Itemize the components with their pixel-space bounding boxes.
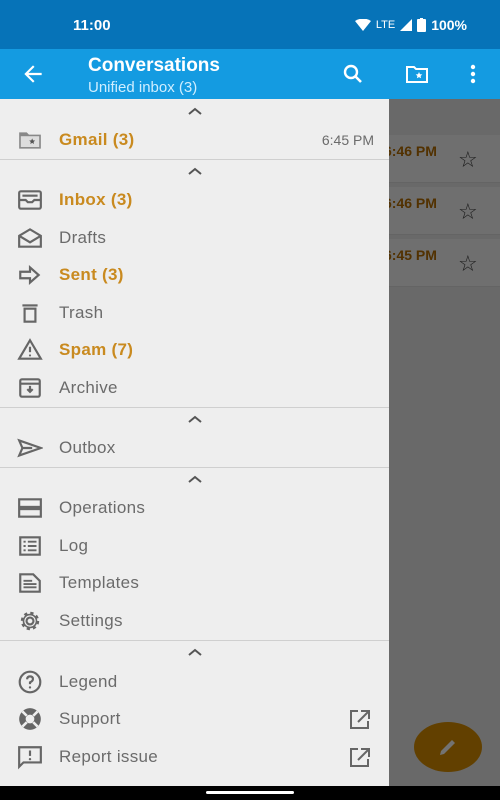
settings-gear-icon (20, 611, 40, 631)
feedback-icon (18, 746, 42, 770)
account-gmail[interactable]: Gmail (3) 6:45 PM (0, 122, 389, 158)
archive-icon (19, 378, 41, 398)
menu-label: Log (59, 536, 89, 555)
status-time: 11:00 (73, 17, 111, 34)
back-arrow-icon[interactable] (20, 61, 46, 87)
menu-report-issue[interactable]: Report issue (0, 739, 389, 775)
folder-label: Trash (59, 303, 104, 322)
folder-trash[interactable]: Trash (0, 295, 389, 331)
external-link-icon (350, 748, 370, 767)
drafts-icon (18, 228, 42, 248)
folder-drafts[interactable]: Drafts (0, 220, 389, 256)
outbox-label: Outbox (59, 438, 116, 457)
divider (0, 159, 389, 160)
menu-log[interactable]: Log (0, 528, 389, 564)
menu-label: Legend (59, 672, 118, 691)
warning-icon (17, 338, 43, 360)
outbox-item[interactable]: Outbox (0, 430, 389, 466)
folder-label: Inbox (3) (59, 190, 133, 209)
status-bar: 11:00 LTE 100% (0, 0, 500, 49)
system-navigation-bar (0, 786, 500, 800)
folder-sent[interactable]: Sent (3) (0, 257, 389, 293)
folder-label: Drafts (59, 228, 107, 247)
menu-label: Support (59, 709, 121, 728)
menu-label: Settings (59, 611, 123, 630)
chevron-up-icon[interactable] (185, 105, 205, 117)
page-subtitle: Unified inbox (3) (88, 79, 198, 96)
navigation-drawer: Gmail (3) 6:45 PM Inbox (3) Drafts Sent … (0, 99, 389, 786)
account-sync-time: 6:45 PM (321, 132, 374, 148)
send-icon (17, 438, 43, 458)
inbox-icon (18, 190, 42, 210)
folder-inbox[interactable]: Inbox (3) (0, 182, 389, 218)
battery-icon (417, 18, 427, 32)
sent-arrow-icon (19, 265, 41, 285)
battery-level: 100% (431, 17, 467, 33)
chevron-up-icon[interactable] (185, 165, 205, 177)
menu-label: Operations (59, 498, 146, 517)
log-icon (19, 536, 41, 556)
divider (0, 407, 389, 408)
status-icons: LTE 100% (354, 17, 467, 33)
trash-icon (22, 304, 38, 323)
menu-operations[interactable]: Operations (0, 490, 389, 526)
chevron-up-icon[interactable] (185, 413, 205, 425)
menu-label: Report issue (59, 747, 159, 766)
folder-archive[interactable]: Archive (0, 370, 389, 406)
external-link-icon (350, 710, 370, 729)
menu-legend[interactable]: Legend (0, 664, 389, 700)
menu-support[interactable]: Support (0, 701, 389, 737)
folder-star-icon[interactable] (405, 62, 429, 86)
menu-label: Templates (59, 573, 140, 592)
page-title: Conversations (88, 55, 220, 76)
account-label: Gmail (3) (59, 130, 135, 149)
operations-icon (18, 498, 42, 518)
network-type: LTE (375, 19, 396, 31)
folder-label: Spam (7) (59, 340, 134, 359)
templates-icon (19, 573, 41, 593)
search-icon[interactable] (341, 62, 365, 86)
chevron-up-icon[interactable] (185, 473, 205, 485)
folder-label: Sent (3) (59, 265, 124, 284)
more-vert-icon[interactable] (461, 62, 485, 86)
lifebuoy-icon (19, 708, 41, 730)
folder-label: Archive (59, 378, 118, 397)
divider (0, 640, 389, 641)
divider (0, 467, 389, 468)
app-bar: Conversations Unified inbox (3) (0, 49, 500, 99)
wifi-icon (354, 19, 371, 31)
menu-settings[interactable]: Settings (0, 603, 389, 639)
menu-templates[interactable]: Templates (0, 565, 389, 601)
folder-star-icon (19, 132, 41, 149)
home-gesture-handle[interactable] (206, 791, 294, 794)
folder-spam[interactable]: Spam (7) (0, 332, 389, 368)
chevron-up-icon[interactable] (185, 646, 205, 658)
help-circle-icon (18, 670, 42, 694)
signal-icon (400, 19, 413, 31)
